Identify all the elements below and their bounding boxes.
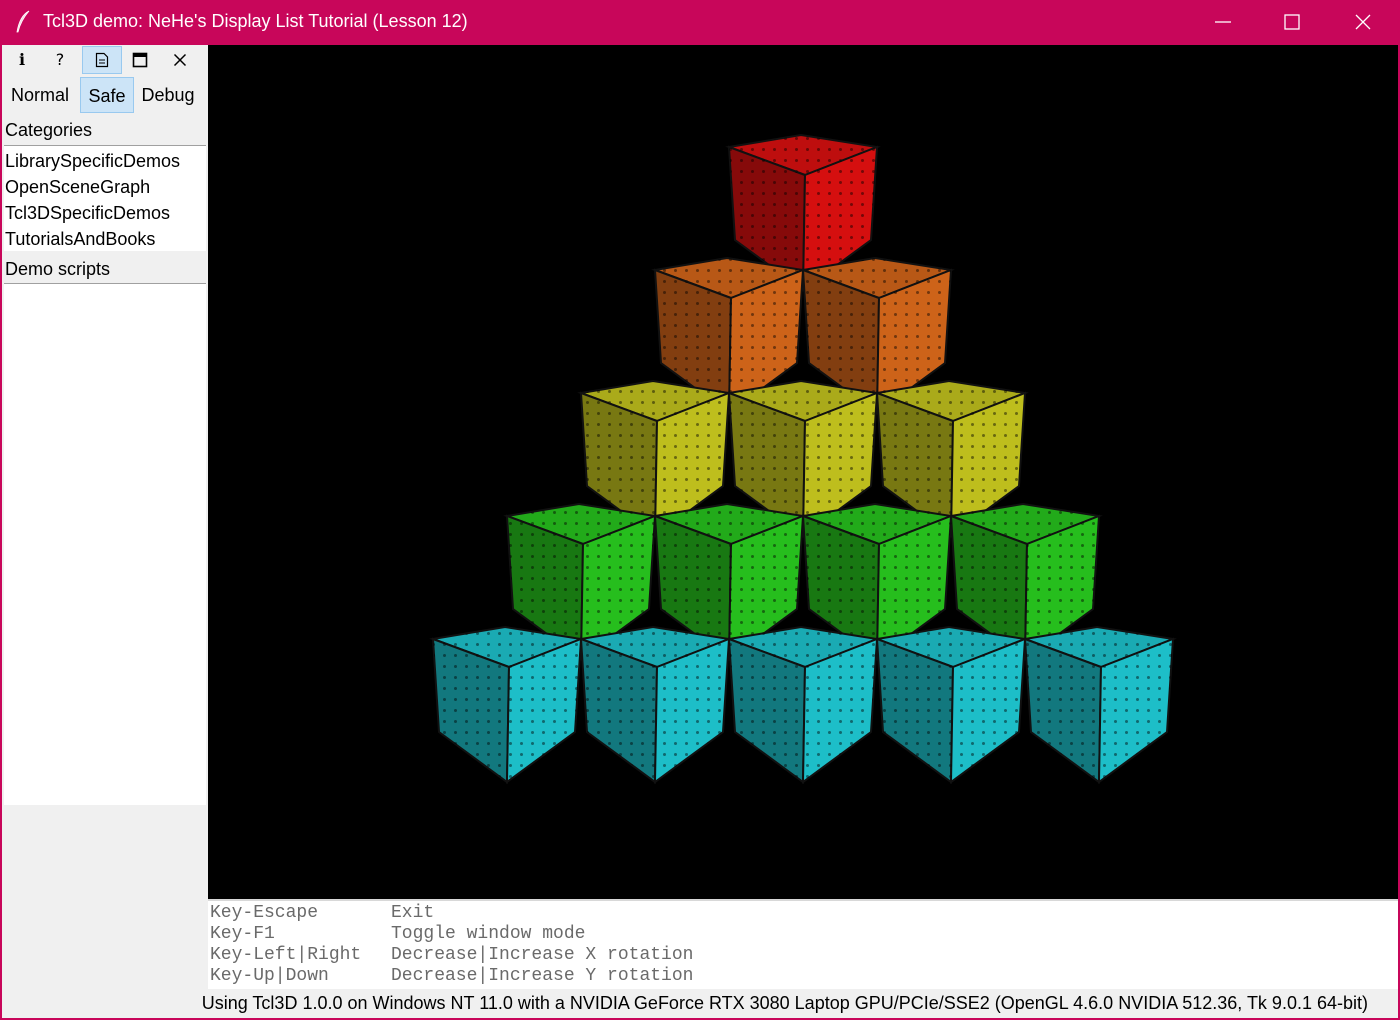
list-item[interactable]: OpenSceneGraph <box>4 174 206 200</box>
feather-icon <box>16 10 30 33</box>
help-row: Key-Left|Right Decrease|Increase X rotati… <box>210 945 1398 966</box>
list-item[interactable]: Tcl3DSpecificDemos <box>4 200 206 226</box>
toolbar: i ? <box>2 45 208 75</box>
help-desc: Toggle window mode <box>391 924 586 944</box>
help-icon: ? <box>55 50 65 69</box>
minimize-icon <box>1215 21 1231 23</box>
help-desc: Decrease|Increase Y rotation <box>391 966 694 986</box>
maximize-button[interactable] <box>1257 0 1327 45</box>
cube-row-5 <box>429 625 585 785</box>
help-key: Key-Left|Right <box>210 945 362 965</box>
window-icon <box>132 52 148 68</box>
help-row: Key-Up|Down Decrease|Increase Y rotation <box>210 966 1398 987</box>
info-button[interactable]: i <box>2 46 42 74</box>
categories-list[interactable]: LibrarySpecificDemos OpenSceneGraph Tcl3… <box>4 145 206 251</box>
help-desc: Exit <box>391 903 435 923</box>
status-bar: Using Tcl3D 1.0.0 on Windows NT 11.0 wit… <box>2 989 1398 1018</box>
cube-row-5 <box>577 625 733 785</box>
window-title: Tcl3D demo: NeHe's Display List Tutorial… <box>43 11 468 31</box>
title-bar[interactable]: Tcl3D demo: NeHe's Display List Tutorial… <box>0 0 1400 45</box>
help-button[interactable]: ? <box>40 46 80 74</box>
cube-pyramid-scene <box>429 133 1177 785</box>
key-help-text: Key-Escape Exit Key-F1 Toggle window mode … <box>208 899 1398 989</box>
close-icon <box>173 53 187 67</box>
demo-browser-panel: i ? Normal Safe Debug Categories Library… <box>2 45 208 989</box>
cube-row-5 <box>725 625 881 785</box>
exit-button[interactable] <box>160 46 200 74</box>
opengl-canvas[interactable] <box>208 45 1398 899</box>
categories-label: Categories <box>5 120 93 140</box>
info-icon: i <box>18 50 26 69</box>
maximize-icon <box>1284 14 1300 30</box>
help-key: Key-Escape <box>210 903 319 923</box>
document-icon <box>95 52 109 68</box>
list-item[interactable]: LibrarySpecificDemos <box>4 148 206 174</box>
list-item[interactable]: TutorialsAndBooks <box>4 226 206 252</box>
help-key: Key-Up|Down <box>210 966 329 986</box>
help-row: Key-Escape Exit <box>210 903 1398 924</box>
minimize-button[interactable] <box>1188 0 1258 45</box>
toggle-window-button[interactable] <box>120 46 160 74</box>
help-key: Key-F1 <box>210 924 275 944</box>
mode-selector: Normal Safe Debug <box>2 77 208 113</box>
close-icon <box>1355 14 1371 30</box>
mode-normal-button[interactable]: Normal <box>2 77 78 113</box>
cube-row-5 <box>1021 625 1177 785</box>
window-client: i ? Normal Safe Debug Categories Library… <box>2 45 1398 1018</box>
help-desc: Decrease|Increase X rotation <box>391 945 694 965</box>
view-source-button[interactable] <box>82 46 122 74</box>
demo-scripts-label: Demo scripts <box>5 259 111 279</box>
demo-scripts-list[interactable] <box>4 283 206 805</box>
cube-row-5 <box>873 625 1029 785</box>
close-window-button[interactable] <box>1328 0 1398 45</box>
mode-safe-button[interactable]: Safe <box>80 77 134 113</box>
mode-debug-button[interactable]: Debug <box>136 77 200 113</box>
help-row: Key-F1 Toggle window mode <box>210 924 1398 945</box>
